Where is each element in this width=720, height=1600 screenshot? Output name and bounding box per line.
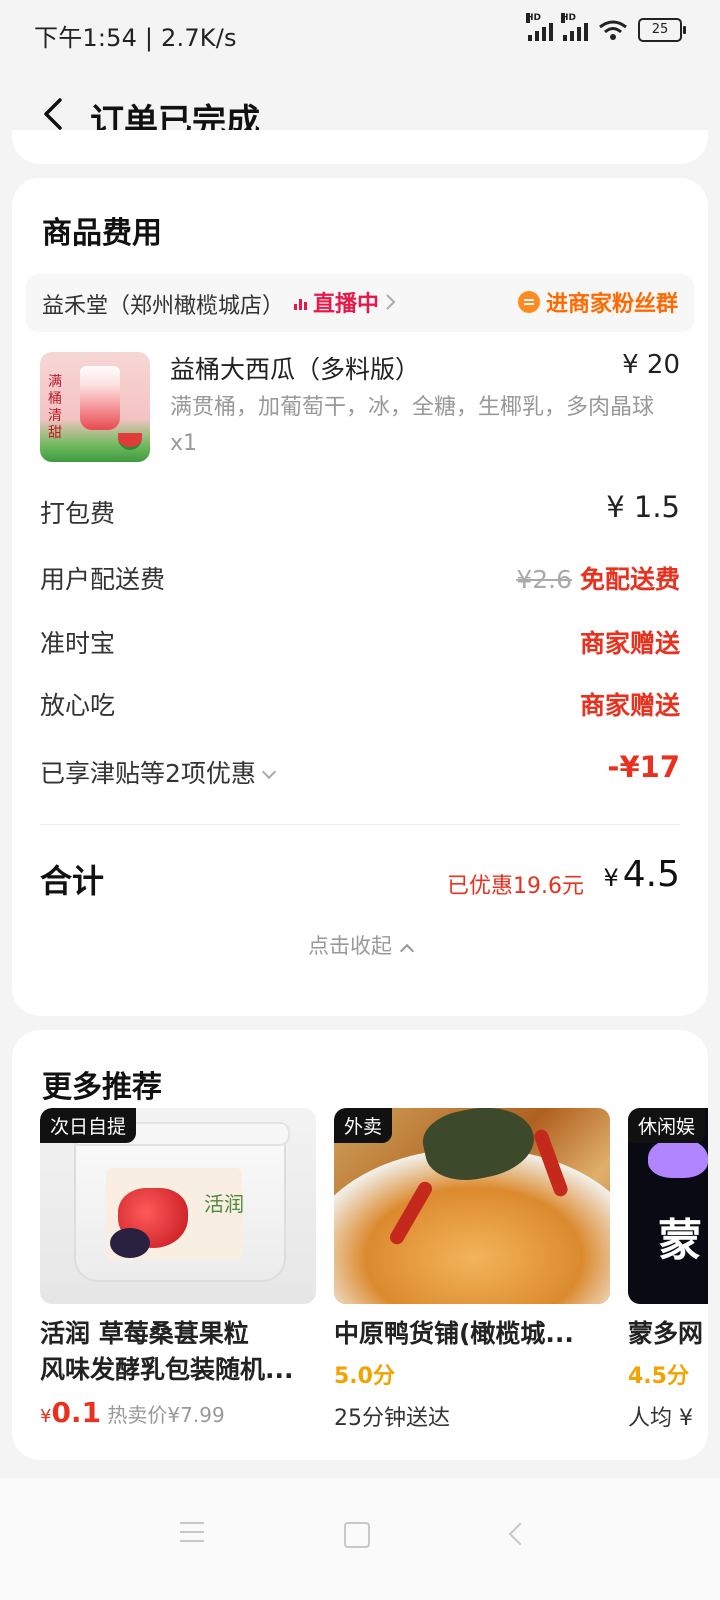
saved-amount: 已优惠19.6元 (447, 874, 584, 899)
fee-row-safe-eat: 放心吃 商家赠送 (40, 686, 680, 726)
discount-value: -¥17 (607, 750, 680, 784)
price-yen: ¥ (40, 1406, 52, 1427)
recommend-title: 更多推荐 (42, 1070, 162, 1105)
fee-value: ¥ 1.5 (606, 490, 680, 524)
store-row[interactable]: 益禾堂（郑州橄榄城店） 直播中 进商家粉丝群 (26, 274, 694, 332)
chevron-right-icon (386, 294, 396, 310)
live-label: 直播中 (313, 292, 380, 317)
recommend-score: 4.5分 (628, 1364, 689, 1389)
status-time-speed: 下午1:54 | 2.7K/s (34, 24, 237, 52)
recommend-title-line1: 蒙多网 (628, 1319, 704, 1348)
status-icons: HD HD 25 (526, 13, 686, 42)
home-icon[interactable] (344, 1522, 370, 1548)
product-name: 益桶大西瓜（多料版） (170, 355, 421, 384)
product-quantity: x1 (170, 431, 198, 456)
fee-label: 准时宝 (40, 629, 116, 658)
recommend-tag: 次日自提 (40, 1108, 137, 1143)
live-bars-icon (294, 294, 307, 310)
fee-value: 商家赠送 (579, 691, 680, 720)
original-delivery-fee: ¥2.6 (516, 565, 572, 594)
collapse-button[interactable]: 点击收起 (12, 930, 708, 960)
fee-card: 商品费用 益禾堂（郑州橄榄城店） 直播中 进商家粉丝群 满桶清甜 益桶大西瓜（多… (12, 178, 708, 1016)
total-amount: ¥4.5 (603, 854, 680, 895)
product-options: 满贯桶，加葡萄干，冰，全糖，生椰乳，多肉晶球 (170, 395, 655, 420)
discount-label[interactable]: 已享津贴等2项优惠 (40, 754, 276, 790)
previous-card-bottom (12, 130, 708, 164)
price-now: 0.1 (51, 1396, 102, 1429)
fee-row-ontime: 准时宝 商家赠送 (40, 624, 680, 664)
back-icon[interactable] (508, 1522, 532, 1546)
chevron-down-icon (261, 764, 276, 780)
hd-label-2: HD (561, 13, 577, 23)
hd-label: HD (526, 13, 542, 23)
total-number: 4.5 (622, 854, 680, 895)
wifi-icon (599, 20, 627, 40)
system-nav-bar (0, 1478, 720, 1600)
mascot-graphic (648, 1138, 708, 1178)
recommend-image[interactable]: 蒙 休闲娱 (628, 1108, 708, 1304)
recommend-image[interactable]: 活润 次日自提 (40, 1108, 316, 1304)
recommend-image-text: 蒙 (658, 1215, 702, 1266)
mulberry-graphic (110, 1228, 150, 1258)
collapse-label: 点击收起 (308, 934, 392, 958)
recommend-image[interactable]: 外卖 (334, 1108, 610, 1304)
chevron-up-icon (399, 943, 415, 959)
product-image[interactable]: 满桶清甜 (40, 352, 150, 462)
chat-icon (517, 291, 540, 313)
fee-row-discounts[interactable]: 已享津贴等2项优惠 -¥17 (40, 750, 680, 794)
recommend-score: 5.0分 (334, 1364, 395, 1389)
recommend-card: 更多推荐 活润 次日自提 活润 草莓桑葚果粒 风味发酵乳包装随机... ¥0.1… (12, 1030, 708, 1460)
yogurt-brand-text: 活润 (204, 1192, 244, 1216)
signal-icon: HD (526, 13, 553, 41)
fan-group-button[interactable]: 进商家粉丝群 (517, 286, 678, 318)
cup-graphic (80, 366, 120, 430)
watermelon-graphic (118, 433, 142, 450)
store-name[interactable]: 益禾堂（郑州橄榄城店） (42, 288, 284, 320)
recommend-price: ¥0.1 热卖价¥7.99 (40, 1396, 316, 1429)
fee-row-delivery: 用户配送费 ¥2.6 免配送费 (40, 560, 680, 600)
recommend-tag: 外卖 (334, 1108, 393, 1143)
live-badge[interactable]: 直播中 (294, 286, 397, 318)
fee-card-title: 商品费用 (42, 216, 162, 251)
battery-icon: 25 (638, 18, 686, 42)
fee-value: ¥2.6 免配送费 (516, 560, 680, 596)
product-image-text: 满桶清甜 (48, 374, 62, 441)
fan-group-label: 进商家粉丝群 (545, 292, 678, 317)
signal-icon-2: HD (561, 13, 588, 41)
recommend-tag: 休闲娱 (628, 1108, 706, 1143)
back-arrow-icon[interactable] (38, 94, 68, 134)
status-bar: 下午1:54 | 2.7K/s HD HD 25 (0, 0, 720, 70)
fee-label: 用户配送费 (40, 565, 166, 594)
fee-label: 放心吃 (40, 691, 116, 720)
price-hot: 热卖价¥7.99 (107, 1403, 225, 1427)
recommend-meta: 25分钟送达 (334, 1406, 450, 1431)
discount-label-text: 已享津贴等2项优惠 (40, 759, 256, 788)
recommend-item[interactable]: 活润 次日自提 活润 草莓桑葚果粒 风味发酵乳包装随机... ¥0.1 热卖价¥… (40, 1108, 316, 1429)
recommend-title-line1: 活润 草莓桑葚果粒 (40, 1319, 249, 1348)
product-price: ¥ 20 (622, 350, 680, 380)
recommend-item[interactable]: 蒙 休闲娱 蒙多网 4.5分 人均 ¥ (628, 1108, 708, 1432)
free-delivery-label: 免配送费 (579, 565, 680, 594)
divider (40, 824, 680, 825)
total-label: 合计 (40, 862, 105, 900)
recommend-item[interactable]: 外卖 中原鸭货铺(橄榄城... 5.0分 25分钟送达 (334, 1108, 610, 1432)
fee-label: 打包费 (40, 499, 116, 528)
fee-value: 商家赠送 (579, 629, 680, 658)
product-spec: 满贯桶，加葡萄干，冰，全糖，生椰乳，多肉晶球 x1 (170, 390, 670, 462)
recommend-title-line1: 中原鸭货铺(橄榄城... (334, 1319, 574, 1348)
yen-symbol: ¥ (603, 864, 619, 892)
recommend-title-line2: 风味发酵乳包装随机... (40, 1355, 294, 1384)
menu-icon[interactable] (180, 1522, 204, 1549)
recommend-meta: 人均 ¥ (628, 1406, 693, 1431)
fee-row-packing: 打包费 ¥ 1.5 (40, 490, 680, 534)
